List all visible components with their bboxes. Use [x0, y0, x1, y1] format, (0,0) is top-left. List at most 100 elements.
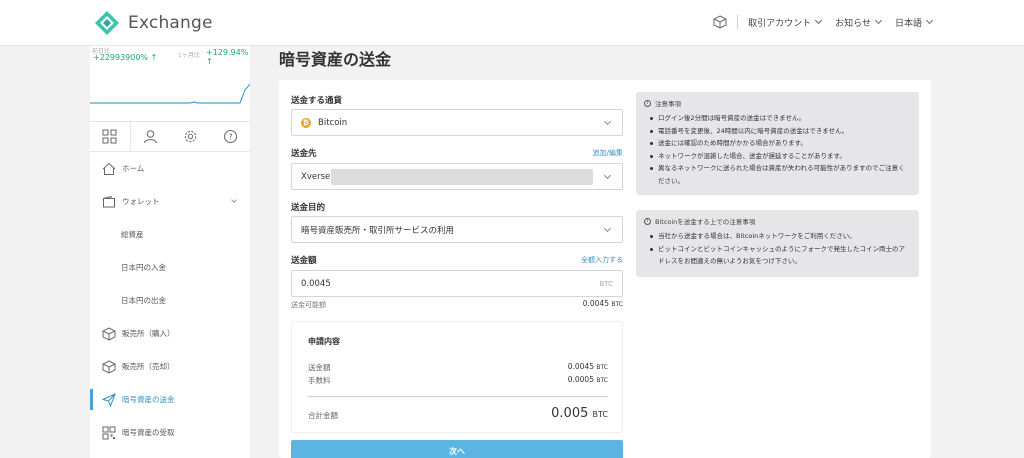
top-header: Exchange 取引アカウント お知らせ 日本語: [0, 0, 1024, 46]
redacted-address: [331, 169, 593, 185]
list-item: 送金には確認のため時間がかかる場合があります。: [650, 137, 911, 150]
general-notes: i 注意事項 ログイン後2分間は暗号資産の送金はできません。 電話番号を変更後、…: [636, 92, 919, 195]
cube-icon: [102, 359, 116, 374]
currency-value: Bitcoin: [318, 117, 348, 128]
wallet-icon: [103, 195, 115, 207]
purpose-label: 送金目的: [291, 203, 326, 213]
available-value: 0.0045: [582, 299, 609, 308]
sidebar-tabs: ?: [90, 121, 250, 152]
sidebar-item-label: 日本円の入金: [121, 263, 166, 272]
send-form-panel: 送金する通貨 ₿ Bitcoin 送金先 追加/編集 Xverse 送金目的 暗…: [279, 80, 931, 458]
language-label: 日本語: [894, 18, 922, 29]
language-menu[interactable]: 日本語: [894, 16, 934, 29]
chevron-down-icon: [815, 16, 823, 25]
sidebar-item-crypto-receive[interactable]: 暗号資産の受取: [90, 416, 250, 449]
svg-text:?: ?: [228, 133, 232, 142]
list-item: 電話番号を変更後、24時間以内に暗号資産の送金はできません。: [650, 125, 911, 138]
summary-divider: [308, 396, 608, 397]
destination-select[interactable]: Xverse: [291, 163, 623, 190]
sidebar-item-buy[interactable]: 販売所（購入）: [90, 317, 250, 350]
destination-label: 送金先: [291, 149, 317, 159]
fill-all-link[interactable]: 全額入力する: [581, 255, 623, 265]
sidebar-item-label: ホーム: [122, 164, 145, 173]
home-icon: [102, 162, 116, 175]
summary-title: 申請内容: [308, 337, 340, 346]
summary-amount-row: 送金額 0.0045 BTC: [308, 362, 608, 373]
tab-help[interactable]: ?: [210, 122, 250, 151]
price-ticker: 前日比 +22993900% ↑ 1ヶ月比 +129.94% ↑: [90, 46, 250, 120]
sidebar-item-home[interactable]: ホーム: [90, 152, 250, 185]
next-button[interactable]: 次へ: [291, 440, 623, 458]
sidebar-item-total-assets[interactable]: 総資産: [90, 218, 250, 251]
sidebar-item-label: ウォレット: [122, 197, 160, 206]
sidebar-item-label: 日本円の出金: [121, 296, 166, 305]
summary-total-label: 合計金額: [308, 411, 338, 420]
chevron-down-icon: [231, 197, 237, 203]
available-label: 送金可能額: [291, 301, 326, 309]
available-unit: BTC: [611, 301, 623, 308]
gear-icon: [184, 130, 197, 143]
currency-select[interactable]: ₿ Bitcoin: [291, 109, 623, 136]
list-item: ネットワークが混雑した場合、送金が遅延することがあります。: [650, 150, 911, 163]
amount-unit: BTC: [599, 280, 613, 288]
summary-fee-value: 0.0005: [567, 375, 594, 384]
sidebar-item-jpy-deposit[interactable]: 日本円の入金: [90, 251, 250, 284]
header-divider: [737, 15, 739, 29]
list-item: 当社から送金する場合は、Bitcoinネットワークをご利用ください。: [650, 230, 911, 243]
tab-account[interactable]: [131, 122, 171, 151]
sidebar-item-label: 総資産: [121, 230, 144, 239]
info-icon: i: [644, 99, 651, 107]
destination-value: Xverse: [301, 171, 331, 182]
summary-unit: BTC: [592, 410, 609, 419]
cube-icon[interactable]: [713, 15, 727, 29]
chevron-down-icon: [603, 224, 612, 233]
summary-unit: BTC: [596, 364, 608, 371]
ticker-day-value: +22993900% ↑: [93, 53, 158, 62]
general-notes-list: ログイン後2分間は暗号資産の送金はできません。 電話番号を変更後、24時間以内に…: [644, 112, 911, 187]
sidebar-item-label: 暗号資産の受取: [122, 428, 175, 437]
bitcoin-notes-list: 当社から送金する場合は、Bitcoinネットワークをご利用ください。 ビットコイ…: [644, 230, 911, 268]
tab-dashboard[interactable]: [90, 122, 131, 151]
amount-label: 送金額: [291, 256, 317, 266]
summary-fee-label: 手数料: [308, 376, 331, 385]
summary-unit: BTC: [596, 377, 608, 384]
edit-destination-link[interactable]: 追加/編集: [593, 148, 623, 158]
logo-icon: [95, 11, 119, 35]
purpose-value: 暗号資産販売所・取引所サービスの利用: [301, 225, 455, 236]
info-icon: i: [644, 217, 651, 225]
sidebar-nav: ホーム ウォレット 総資産 日本円の入金 日本円の出金 販売所（購入） 販売所（…: [90, 152, 250, 449]
chevron-down-icon: [925, 16, 934, 25]
bitcoin-notes-title: Bitcoinを送金する上での注意事項: [655, 218, 756, 226]
list-item: ビットコインとビットコインキャッシュのようにフォークで発生したコイン両士のアドレ…: [650, 243, 911, 268]
grid-icon: [102, 129, 117, 144]
currency-label: 送金する通貨: [291, 96, 343, 106]
ticker-month-label: 1ヶ月比: [178, 52, 200, 59]
sidebar-item-jpy-withdraw[interactable]: 日本円の出金: [90, 284, 250, 317]
list-item: ログイン後2分間は暗号資産の送金はできません。: [650, 112, 911, 125]
sparkline-chart: [90, 83, 250, 104]
sidebar-item-label: 暗号資産の送金: [122, 395, 175, 404]
amount-input[interactable]: 0.0045 BTC: [291, 270, 623, 297]
sidebar: 前日比 +22993900% ↑ 1ヶ月比 +129.94% ↑ ? ホーム ウ…: [90, 46, 250, 458]
sidebar-item-crypto-send[interactable]: 暗号資産の送金: [90, 383, 250, 416]
summary-total-value: 0.005: [551, 406, 589, 421]
notifications-label: お知らせ: [835, 18, 871, 29]
sidebar-item-label: 販売所（購入）: [122, 329, 175, 338]
ticker-month-value: +129.94% ↑: [206, 48, 249, 66]
summary-amount-label: 送金額: [308, 363, 331, 372]
summary-fee-row: 手数料 0.0005 BTC: [308, 375, 608, 386]
amount-value: 0.0045: [301, 278, 331, 289]
page-title: 暗号資産の送金: [279, 50, 392, 69]
sidebar-item-sell[interactable]: 販売所（売却）: [90, 350, 250, 383]
list-item: 異なるネットワークに送られた場合は資産が失われる可能性がありますのでご注意くださ…: [650, 162, 911, 187]
purpose-select[interactable]: 暗号資産販売所・取引所サービスの利用: [291, 216, 623, 243]
chevron-down-icon: [603, 171, 612, 180]
brand-logo[interactable]: Exchange: [94, 10, 213, 36]
available-amount: 0.0045 BTC: [583, 299, 623, 308]
general-notes-title: 注意事項: [655, 100, 681, 108]
notifications-menu[interactable]: お知らせ: [835, 16, 883, 29]
tab-settings[interactable]: [171, 122, 211, 151]
sidebar-item-wallet[interactable]: ウォレット: [90, 185, 250, 218]
bitcoin-notes: i Bitcoinを送金する上での注意事項 当社から送金する場合は、Bitcoi…: [636, 210, 919, 277]
trade-account-menu[interactable]: 取引アカウント: [748, 16, 823, 29]
